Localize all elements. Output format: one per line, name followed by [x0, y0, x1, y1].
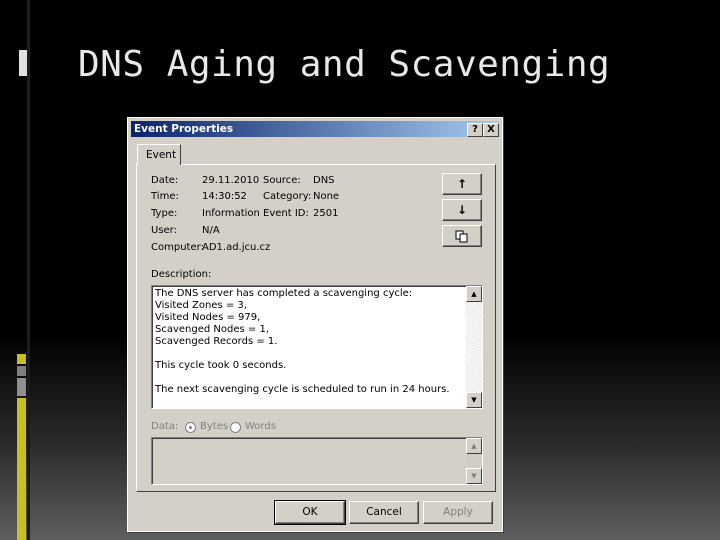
user-value: N/A: [202, 225, 220, 236]
scroll-up-icon[interactable]: ▲: [466, 438, 482, 454]
arrow-down-icon: ↓: [456, 203, 468, 217]
cancel-button[interactable]: Cancel: [349, 501, 419, 524]
words-radio[interactable]: [230, 422, 241, 433]
tab-event[interactable]: Event: [137, 144, 181, 165]
category-value: None: [313, 191, 340, 202]
copy-icon: [455, 230, 468, 243]
description-line: This cycle took 0 seconds.: [155, 360, 287, 371]
source-value: DNS: [313, 175, 335, 186]
apply-button[interactable]: Apply: [423, 501, 493, 524]
left-divider: [27, 0, 30, 540]
event-properties-dialog: Event Properties ? X Event Date: 29.11.2…: [127, 117, 503, 532]
accent-mark: [17, 398, 26, 540]
category-label: Category:: [263, 191, 312, 202]
data-scrollbar[interactable]: ▲ ▼: [466, 438, 482, 484]
date-value: 29.11.2010: [202, 175, 260, 186]
words-label: Words: [245, 421, 276, 432]
slide-background: DNS Aging and Scavenging Event Propertie…: [0, 0, 720, 540]
description-line: The next scavenging cycle is scheduled t…: [155, 384, 450, 395]
description-textbox[interactable]: The DNS server has completed a scavengin…: [151, 285, 483, 409]
scroll-up-icon[interactable]: ▲: [466, 286, 482, 302]
close-button[interactable]: X: [483, 123, 499, 137]
description-line: Visited Zones = 3,: [155, 300, 247, 311]
slide-title: DNS Aging and Scavenging: [78, 44, 611, 85]
event-id-label: Event ID:: [263, 208, 309, 219]
accent-mark: [19, 50, 27, 76]
data-textbox[interactable]: ▲ ▼: [151, 437, 483, 485]
description-label: Description:: [151, 269, 212, 280]
arrow-up-icon: ↑: [456, 177, 468, 191]
accent-mark: [17, 366, 26, 376]
computer-value: AD1.ad.jcu.cz: [202, 242, 271, 253]
description-line: Scavenged Records = 1.: [155, 336, 278, 347]
type-label: Type:: [151, 208, 178, 219]
accent-mark: [17, 354, 26, 364]
tab-event-label: Event: [146, 149, 177, 161]
scroll-down-icon[interactable]: ▼: [466, 468, 482, 484]
date-label: Date:: [151, 175, 179, 186]
description-line: The DNS server has completed a scavengin…: [155, 288, 413, 299]
event-panel: Date: 29.11.2010 Source: DNS Time: 14:30…: [136, 164, 496, 492]
bytes-label: Bytes: [200, 421, 229, 432]
accent-mark: [17, 378, 26, 396]
description-line: Scavenged Nodes = 1,: [155, 324, 269, 335]
data-label: Data:: [151, 421, 179, 432]
dialog-titlebar[interactable]: Event Properties ? X: [131, 121, 499, 137]
previous-event-button[interactable]: ↑: [442, 173, 482, 195]
time-value: 14:30:52: [202, 191, 247, 202]
source-label: Source:: [263, 175, 301, 186]
help-button[interactable]: ?: [467, 123, 483, 137]
user-label: User:: [151, 225, 177, 236]
bytes-radio[interactable]: [185, 422, 196, 433]
description-scrollbar[interactable]: ▲ ▼: [466, 286, 482, 408]
next-event-button[interactable]: ↓: [442, 199, 482, 221]
copy-button[interactable]: [442, 225, 482, 247]
type-value: Information: [202, 208, 260, 219]
computer-label: Computer:: [151, 242, 204, 253]
scroll-down-icon[interactable]: ▼: [466, 392, 482, 408]
time-label: Time:: [151, 191, 179, 202]
event-id-value: 2501: [313, 208, 339, 219]
dialog-title: Event Properties: [134, 123, 234, 135]
description-line: Visited Nodes = 979,: [155, 312, 261, 323]
ok-button[interactable]: OK: [274, 500, 346, 525]
